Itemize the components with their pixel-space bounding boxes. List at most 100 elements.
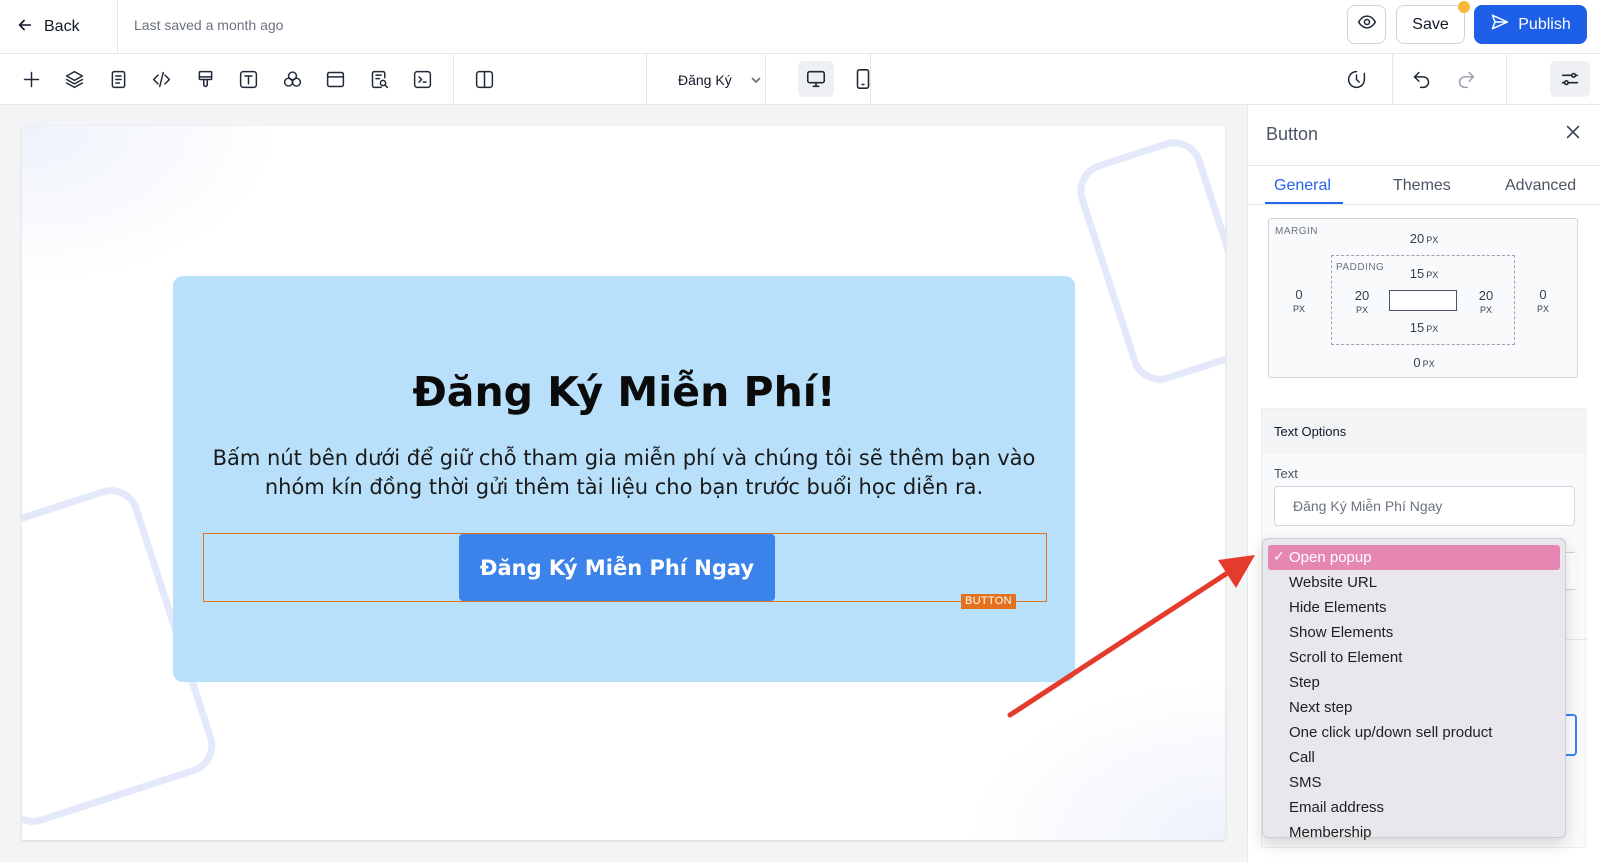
spacing-editor: MARGIN 20 PX 0 PX 0 PX 0 PX PADDING 15 PX 20 P… [1268, 218, 1578, 378]
section-icon [326, 71, 344, 87]
layers-button[interactable] [61, 66, 87, 92]
divider [1248, 165, 1600, 166]
columns-button[interactable] [471, 66, 497, 92]
eye-icon [1357, 12, 1377, 37]
decor-gradient [22, 126, 282, 286]
signup-section[interactable]: Đăng Ký Miễn Phí! Bấm nút bên dưới để gi… [173, 276, 1075, 682]
publish-button[interactable]: Publish [1474, 5, 1587, 44]
terminal-icon [413, 70, 431, 88]
top-bar: Back Last saved a month ago Save Publish [0, 0, 1600, 54]
editor-toolbar: Đăng Ký [0, 54, 1600, 105]
dropdown-option-sms[interactable]: SMS [1268, 770, 1560, 795]
redo-icon [1458, 71, 1474, 88]
plus-icon [23, 71, 39, 87]
padding-bottom-value[interactable]: 15 PX [1394, 320, 1454, 337]
custom-code-button[interactable] [409, 66, 435, 92]
divider [117, 0, 118, 54]
sliders-icon [1561, 72, 1579, 86]
dropdown-option-call[interactable]: Call [1268, 745, 1560, 770]
pages-button[interactable] [105, 66, 131, 92]
padding-right-value[interactable]: 20 PX [1466, 288, 1506, 318]
code-button[interactable] [148, 66, 174, 92]
mobile-view-button[interactable] [845, 61, 881, 97]
button-text-input[interactable]: Đăng Ký Miễn Phí Ngay [1274, 486, 1575, 526]
divider [870, 54, 871, 104]
text-icon [239, 70, 257, 88]
saved-status: Last saved a month ago [134, 17, 284, 33]
dropdown-option-step[interactable]: Step [1268, 670, 1560, 695]
back-label: Back [44, 18, 80, 35]
columns-icon [475, 70, 493, 88]
layers-icon [65, 70, 83, 88]
history-button[interactable] [1343, 66, 1369, 92]
undo-icon [1413, 71, 1429, 88]
decor-gradient [965, 680, 1225, 840]
margin-top-value[interactable]: 20 PX [1394, 231, 1454, 248]
code-icon [152, 71, 170, 87]
divider [1248, 204, 1600, 205]
section-subtext[interactable]: Bấm nút bên dưới để giữ chỗ tham gia miễ… [203, 444, 1045, 502]
divider [453, 54, 454, 104]
margin-bottom-value[interactable]: 0 PX [1394, 355, 1454, 372]
margin-label: MARGIN [1275, 226, 1318, 237]
page-canvas[interactable]: Đăng Ký Miễn Phí! Bấm nút bên dưới để gi… [22, 126, 1225, 840]
dropdown-option-open-popup[interactable]: ✓ Open popup [1268, 545, 1560, 570]
dropdown-option-next-step[interactable]: Next step [1268, 695, 1560, 720]
divider [1506, 54, 1507, 104]
page-select-value: Đăng Ký [678, 72, 732, 88]
padding-top-value[interactable]: 15 PX [1394, 266, 1454, 283]
page-icon [111, 70, 125, 88]
publish-label: Publish [1518, 15, 1571, 33]
tab-advanced[interactable]: Advanced [1505, 177, 1576, 195]
dropdown-option-show-elements[interactable]: Show Elements [1268, 620, 1560, 645]
dropdown-option-membership[interactable]: Membership [1268, 820, 1560, 845]
checkmark-icon: ✓ [1273, 548, 1285, 564]
history-icon [1347, 70, 1365, 88]
text-button[interactable] [235, 66, 261, 92]
text-options-title: Text Options [1274, 424, 1347, 439]
divider [1392, 54, 1393, 104]
desktop-icon [806, 70, 826, 88]
chevron-down-icon [751, 77, 761, 84]
desktop-view-button[interactable] [798, 61, 834, 97]
search-doc-icon [371, 70, 388, 88]
divider [765, 54, 766, 104]
save-button[interactable]: Save [1396, 5, 1465, 44]
elements-button[interactable] [279, 66, 305, 92]
dropdown-option-hide-elements[interactable]: Hide Elements [1268, 595, 1560, 620]
unsaved-indicator [1458, 1, 1470, 13]
dropdown-option-upsell[interactable]: One click up/down sell product [1268, 720, 1560, 745]
margin-right-value[interactable]: 0 PX [1525, 287, 1561, 317]
divider [646, 54, 647, 104]
action-dropdown-menu[interactable]: ✓ Open popup Website URL Hide Elements S… [1262, 538, 1566, 841]
dropdown-option-email[interactable]: Email address [1268, 795, 1560, 820]
add-element-button[interactable] [18, 66, 44, 92]
close-panel-button[interactable] [1564, 123, 1584, 143]
content-box [1389, 290, 1457, 311]
section-button[interactable] [322, 66, 348, 92]
padding-left-value[interactable]: 20 PX [1342, 288, 1382, 318]
redo-button[interactable] [1453, 66, 1479, 92]
panel-title: Button [1266, 124, 1319, 144]
tab-themes[interactable]: Themes [1393, 177, 1451, 195]
brush-icon [198, 70, 212, 87]
cta-button[interactable]: Đăng Ký Miễn Phí Ngay [459, 534, 775, 601]
preview-button[interactable] [1347, 5, 1386, 44]
undo-button[interactable] [1408, 66, 1434, 92]
element-type-tag: BUTTON [961, 594, 1016, 609]
back-button[interactable]: Back [16, 14, 80, 40]
close-icon [1566, 125, 1580, 139]
style-button[interactable] [192, 66, 218, 92]
dropdown-option-website-url[interactable]: Website URL [1268, 570, 1560, 595]
padding-label: PADDING [1336, 262, 1385, 273]
margin-left-value[interactable]: 0 PX [1281, 287, 1317, 317]
seo-button[interactable] [366, 66, 392, 92]
elements-icon [283, 70, 301, 87]
send-icon [1490, 12, 1510, 37]
page-select[interactable]: Đăng Ký [678, 68, 762, 92]
decor-shape [1069, 131, 1225, 391]
dropdown-option-scroll-to-element[interactable]: Scroll to Element [1268, 645, 1560, 670]
tab-general[interactable]: General [1274, 177, 1331, 195]
section-headline[interactable]: Đăng Ký Miễn Phí! [173, 368, 1075, 416]
settings-panel-toggle[interactable] [1550, 61, 1590, 97]
